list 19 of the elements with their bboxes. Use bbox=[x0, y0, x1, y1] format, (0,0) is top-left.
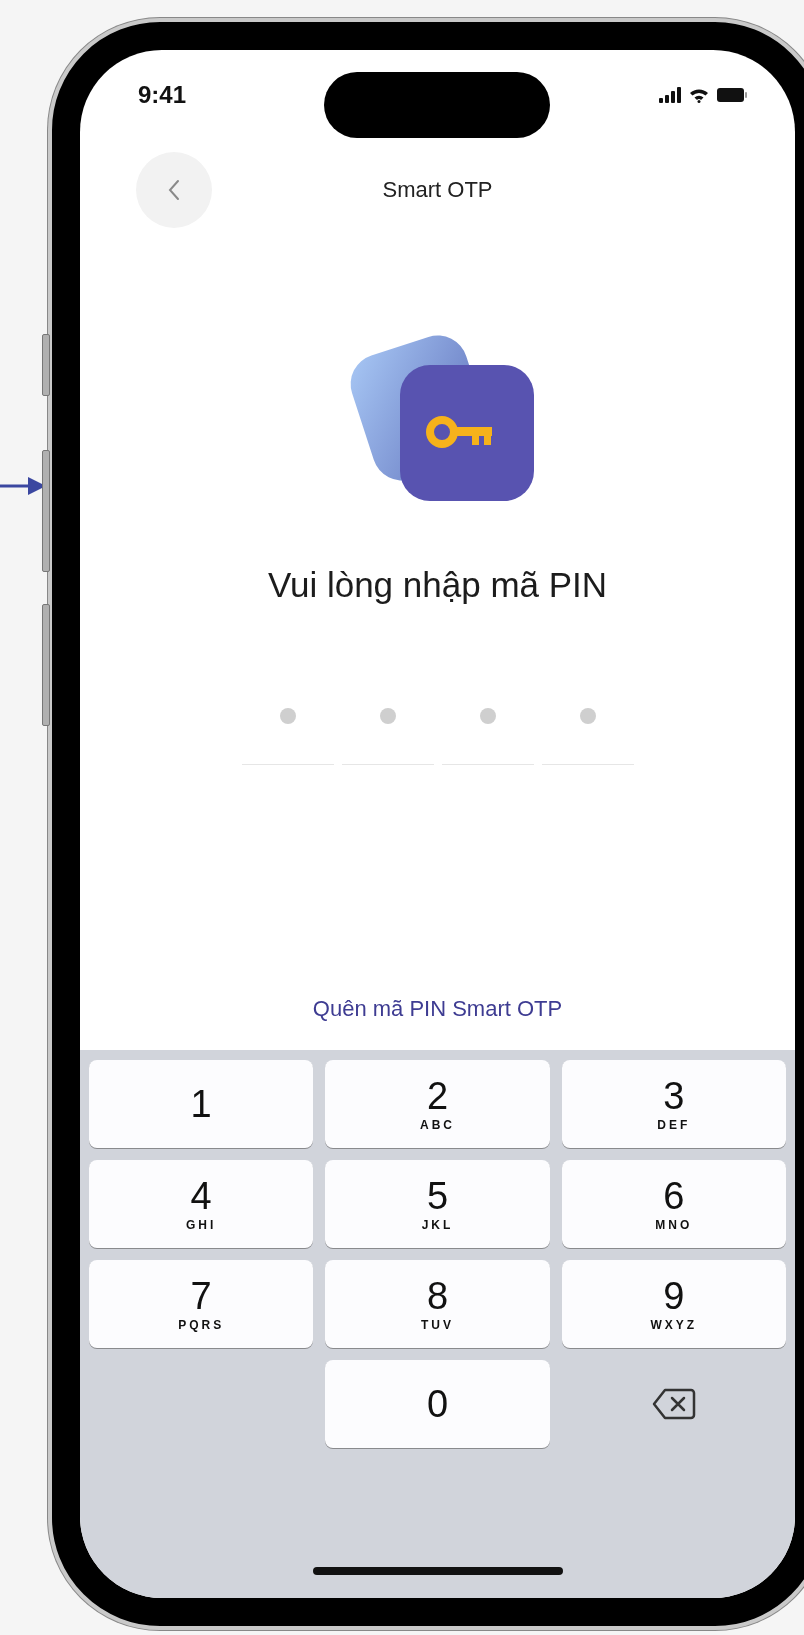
battery-icon bbox=[717, 88, 747, 102]
screen-title: Smart OTP bbox=[382, 177, 493, 203]
wifi-icon bbox=[689, 87, 709, 103]
keypad-key[interactable]: 4 GHI bbox=[89, 1160, 314, 1248]
forgot-pin-link[interactable]: Quên mã PIN Smart OTP bbox=[312, 996, 563, 1022]
keypad-key[interactable]: 9 WXYZ bbox=[561, 1260, 786, 1348]
chevron-left-icon bbox=[168, 179, 180, 201]
keypad-key[interactable]: 6 MNO bbox=[561, 1160, 786, 1248]
keypad-key[interactable]: 2 ABC bbox=[325, 1060, 550, 1148]
keypad-key[interactable]: 7 PQRS bbox=[89, 1260, 314, 1348]
keypad-key[interactable]: 0 bbox=[325, 1360, 550, 1448]
pin-prompt-heading: Vui lòng nhập mã PIN bbox=[266, 564, 609, 606]
signal-icon bbox=[659, 87, 681, 103]
status-time: 9:41 bbox=[138, 81, 187, 109]
keypad-key[interactable]: 5 JKL bbox=[325, 1160, 550, 1248]
backspace-icon bbox=[650, 1386, 697, 1422]
keypad-key[interactable]: 1 bbox=[89, 1060, 314, 1148]
keypad-key[interactable]: 3 DEF bbox=[561, 1060, 786, 1148]
keypad-key[interactable]: 8 TUV bbox=[325, 1260, 550, 1348]
